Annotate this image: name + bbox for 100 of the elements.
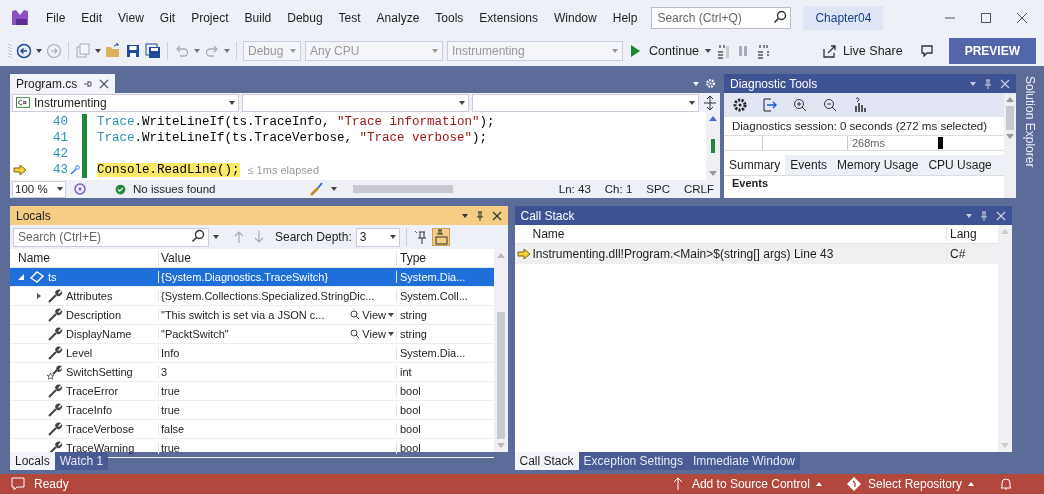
step-icon[interactable] [715, 43, 732, 59]
scroll-thumb[interactable] [353, 185, 453, 193]
tool-window-tab[interactable]: Watch 1 [54, 452, 109, 470]
search-icon[interactable] [191, 229, 205, 243]
step-icon[interactable] [755, 43, 772, 59]
caret-icon[interactable] [36, 49, 42, 53]
tool-window-tab[interactable]: Exception Settings [578, 452, 688, 470]
save-icon[interactable] [125, 43, 141, 59]
menu-item[interactable]: Test [330, 11, 369, 25]
column-header[interactable]: Type [396, 251, 494, 265]
collapsed-triangle-icon[interactable] [35, 292, 43, 300]
caret-icon[interactable] [693, 81, 699, 86]
menu-item[interactable]: Debug [279, 11, 331, 25]
menu-item[interactable]: Tools [427, 11, 472, 25]
menu-item[interactable]: Edit [73, 11, 111, 25]
zoom-dropdown[interactable]: 100 % [12, 180, 66, 198]
hex-display-icon[interactable] [432, 229, 449, 245]
diagnostics-tab[interactable]: Summary [724, 155, 786, 175]
caret-icon[interactable] [966, 213, 972, 218]
preview-button[interactable]: PREVIEW [948, 38, 1036, 64]
settings-icon[interactable] [732, 97, 748, 113]
maximize-icon[interactable] [980, 12, 992, 24]
whitespace-mode[interactable]: SPC [646, 183, 670, 195]
scroll-up-icon[interactable] [1006, 97, 1014, 102]
diagnostics-tab[interactable]: Events [785, 155, 833, 175]
tool-window-tab[interactable]: Immediate Window [687, 452, 800, 470]
close-icon[interactable] [1016, 12, 1028, 24]
scroll-thumb[interactable] [1006, 106, 1014, 130]
expanded-triangle-icon[interactable] [17, 273, 25, 281]
variable-row[interactable]: DisplayName "PacktSwitch" View string [10, 325, 494, 344]
menu-item[interactable]: Project [183, 11, 237, 25]
diagnostics-tab[interactable]: Memory Usage [832, 155, 924, 175]
solution-explorer-tab[interactable]: Solution Explorer [1023, 76, 1037, 470]
document-tab[interactable]: Program.cs [10, 74, 116, 93]
scroll-up-icon[interactable] [709, 116, 717, 121]
pin-icon[interactable] [474, 210, 485, 221]
tool-window-tab[interactable]: Locals [10, 452, 55, 470]
vertical-scrollbar[interactable] [1004, 93, 1016, 198]
caret-icon[interactable] [95, 49, 101, 53]
column-header[interactable]: Value [158, 251, 396, 265]
variable-row[interactable]: Attributes {System.Collections.Specialized.StringDic... System.Coll... [10, 287, 494, 306]
project-dropdown[interactable]: Instrumenting [12, 93, 239, 112]
menu-item[interactable]: View [110, 11, 152, 25]
visualizer-button[interactable]: View [350, 309, 396, 321]
search-icon[interactable] [773, 10, 788, 24]
live-share-button[interactable]: Live Share [819, 41, 905, 61]
column-header[interactable]: Name [10, 251, 158, 265]
back-icon[interactable] [16, 43, 32, 59]
save-all-icon[interactable] [145, 43, 161, 59]
stack-frame-row[interactable]: Instrumenting.dll!Program.<Main>$(string[] args) Line 43 C# [514, 244, 998, 264]
variable-row[interactable]: SwitchSetting 3 int [10, 363, 494, 382]
tool-window-tab[interactable]: Call Stack [514, 452, 579, 470]
split-icon[interactable] [702, 94, 718, 111]
variable-row[interactable]: ts {System.Diagnostics.TraceSwitch} System.Dia... [10, 268, 494, 287]
caret-icon[interactable] [213, 235, 219, 239]
scroll-down-icon[interactable] [1006, 134, 1014, 139]
pin-icon[interactable] [83, 78, 94, 89]
menu-item[interactable]: Help [604, 11, 646, 25]
scroll-down-icon[interactable] [709, 171, 717, 176]
visualizer-button[interactable]: View [350, 328, 396, 340]
export-icon[interactable] [762, 97, 778, 113]
caret-icon[interactable] [705, 49, 712, 53]
search-depth-dropdown[interactable]: 3 [355, 227, 400, 247]
variable-row[interactable]: Description "This switch is set via a JSON c... View string [10, 306, 494, 325]
feedback-icon[interactable] [918, 43, 935, 59]
pin-icon[interactable] [979, 210, 989, 221]
issues-status[interactable]: No issues found [133, 183, 303, 195]
close-icon[interactable] [99, 78, 110, 89]
menu-item[interactable]: Analyze [368, 11, 428, 25]
vertical-scrollbar[interactable] [493, 249, 508, 452]
source-control-button[interactable]: Add to Source Control [669, 476, 822, 492]
search-field[interactable]: Search (Ctrl+E) [13, 227, 209, 247]
chart-help-icon[interactable] [852, 97, 868, 113]
menu-item[interactable]: Git [151, 11, 184, 25]
diagnostics-tab[interactable]: CPU Usage [923, 155, 997, 175]
repository-button[interactable]: Select Repository [845, 476, 974, 492]
continue-button[interactable]: Continue [647, 42, 702, 60]
variable-row[interactable]: TraceError true bool [10, 382, 494, 401]
menu-item[interactable]: Window [546, 11, 605, 25]
caret-icon[interactable] [331, 187, 337, 191]
copilot-icon[interactable] [72, 181, 88, 197]
zoom-in-icon[interactable] [792, 97, 808, 113]
caret-icon[interactable] [194, 49, 200, 53]
line-ending-mode[interactable]: CRLF [683, 183, 714, 195]
column-header[interactable]: Name [532, 227, 946, 241]
pin-icon[interactable] [412, 229, 429, 245]
variable-row[interactable]: Level Info System.Dia... [10, 344, 494, 363]
menu-item[interactable]: Build [236, 11, 280, 25]
variable-row[interactable]: TraceInfo true bool [10, 401, 494, 420]
caret-icon[interactable] [461, 213, 468, 218]
menu-item[interactable]: Extensions [471, 11, 547, 25]
caret-icon[interactable] [224, 49, 230, 53]
chat-icon[interactable] [10, 476, 26, 492]
caret-icon[interactable] [970, 81, 976, 86]
variable-row[interactable]: TraceVerbose false bool [10, 420, 494, 439]
notification-bell-icon[interactable] [998, 476, 1014, 492]
pin-icon[interactable] [983, 78, 993, 89]
menu-item[interactable]: File [38, 11, 74, 25]
close-icon[interactable] [491, 210, 502, 221]
zoom-out-icon[interactable] [822, 97, 838, 113]
